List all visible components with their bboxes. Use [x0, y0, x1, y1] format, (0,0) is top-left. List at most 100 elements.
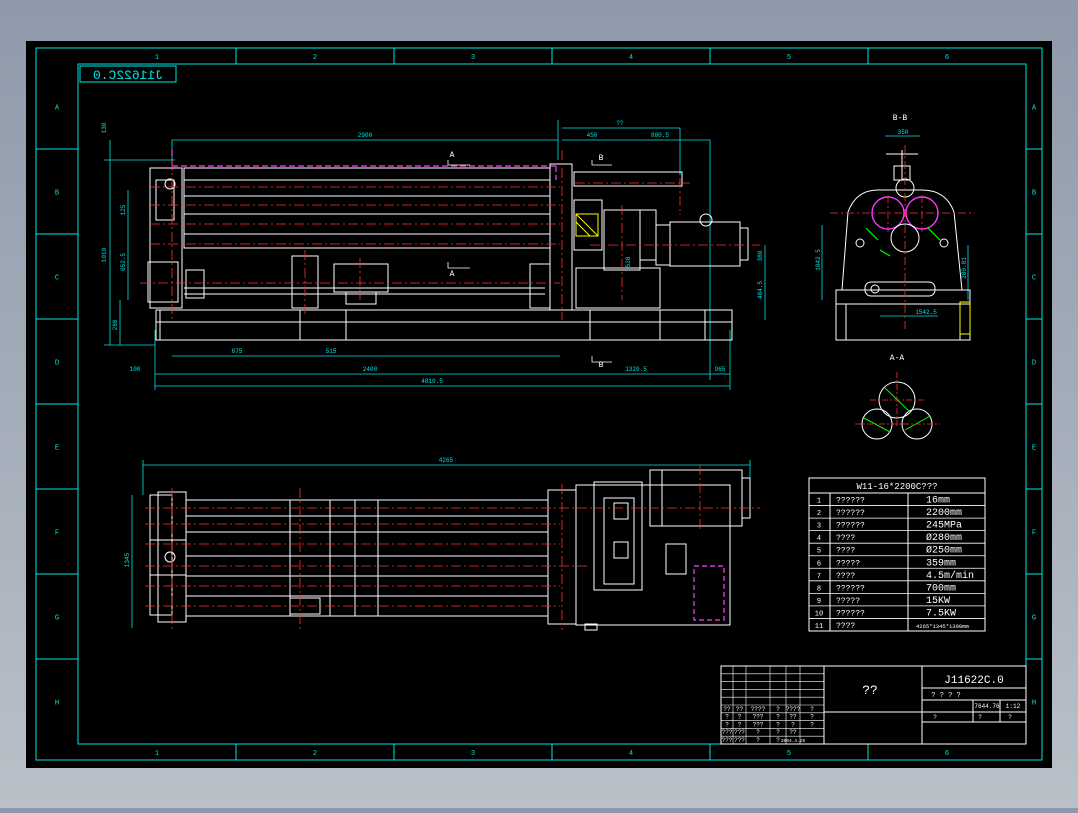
title-block-cell: ?	[776, 721, 780, 728]
title-sheet-cell-3: ?	[1008, 714, 1012, 721]
cad-viewport[interactable]: 112233445566AABBCCDDEEFFGGHH J11622C.0 2…	[0, 0, 1078, 808]
dim-left-v3: 1010	[101, 247, 108, 262]
spec-row-number: 5	[817, 548, 821, 556]
title-block-cell: ?	[810, 721, 814, 728]
title-block-cell: ?	[776, 737, 780, 744]
dim-bottom-4: 1320.5	[625, 366, 647, 373]
spec-row-number: 9	[817, 598, 821, 606]
dim-right-offset: 965	[715, 366, 726, 373]
spec-row-number: 1	[817, 498, 821, 506]
section-mark-a-bottom: A	[450, 270, 455, 279]
spec-row-name: ?????	[836, 597, 860, 606]
spec-row-name: ????	[836, 547, 855, 556]
title-block-cell: ???	[722, 737, 733, 744]
grid-col-label-bottom: 1	[155, 750, 159, 758]
grid-col-label-bottom: 4	[629, 750, 633, 758]
spec-row-value: 15KW	[926, 596, 950, 607]
grid-row-label-right: G	[1032, 615, 1036, 623]
dim-top-length: 2900	[358, 132, 373, 139]
title-block-cell: ???	[722, 729, 733, 736]
grid-col-label-bottom: 3	[471, 750, 475, 758]
title-block-cell: ???	[734, 729, 745, 736]
title-block-cell: ?	[756, 729, 760, 736]
grid-row-label-left: E	[55, 445, 59, 453]
grid-row-label-right: E	[1032, 445, 1036, 453]
spec-row-name: ????	[836, 572, 855, 581]
grid-row-label-right: B	[1032, 190, 1036, 198]
grid-row-label-right: C	[1032, 275, 1036, 283]
spec-row-value: 245MPa	[926, 521, 962, 532]
dim-top-right-1: 450	[587, 132, 598, 139]
spec-row-number: 3	[817, 523, 821, 531]
dim-left-v2: 125	[120, 204, 127, 215]
title-block-cell: ????	[786, 706, 801, 713]
title-sheet-cell-2: ?	[978, 714, 982, 721]
dim-plan-overall: 4265	[439, 457, 454, 464]
spec-row-name: ??????	[836, 497, 865, 506]
view-label-a-a: A-A	[890, 354, 905, 363]
grid-row-label-left: H	[55, 700, 59, 708]
spec-table-title: W11-16*2200C???	[856, 482, 937, 492]
grid-row-label-left: B	[55, 190, 59, 198]
title-block-cell: ???	[734, 737, 745, 744]
grid-col-label-bottom: 2	[313, 750, 317, 758]
mirrored-drawing-code: J11622C.0	[93, 68, 163, 83]
title-block-cell: ??	[789, 729, 797, 736]
title-block-cell: ?	[738, 721, 742, 728]
title-block-cell: ??	[789, 714, 797, 721]
spec-row-name: ??????	[836, 609, 865, 618]
dim-left-v1: 130	[101, 122, 108, 133]
title-block-cell: ?	[791, 721, 795, 728]
dim-mid-v: 528	[625, 256, 632, 267]
title-block-cell: ?	[776, 714, 780, 721]
grid-row-label-right: F	[1032, 530, 1036, 538]
grid-col-label-top: 6	[945, 54, 949, 62]
title-block-cell: 2004.4.26	[781, 738, 806, 744]
spec-row-number: 7	[817, 573, 821, 581]
section-mark-b-bottom: B	[599, 361, 604, 370]
grid-row-label-right: D	[1032, 360, 1036, 368]
grid-col-label-top: 3	[471, 54, 475, 62]
title-block-cell: ?	[810, 706, 814, 713]
dim-bottom-1: 875	[232, 348, 243, 355]
title-sheet-cell-1: ?	[933, 714, 937, 721]
grid-row-label-left: G	[55, 615, 59, 623]
dim-left-v4: 652.5	[120, 253, 127, 271]
dim-side-top: 350	[898, 129, 909, 136]
grid-col-label-top: 1	[155, 54, 159, 62]
spec-row-value: 16mm	[926, 496, 950, 507]
spec-row-value: 7.5KW	[926, 608, 956, 619]
title-drawing-number: J11622C.0	[944, 675, 1003, 687]
grid-col-label-top: 4	[629, 54, 633, 62]
spec-row-name: ????	[836, 622, 855, 631]
title-block-cell: ??	[736, 706, 744, 713]
title-block-cell: ?	[725, 714, 729, 721]
title-block-cell: ?	[738, 714, 742, 721]
dim-bottom-2: 515	[326, 348, 337, 355]
title-block-cell: ?	[776, 729, 780, 736]
spec-row-value: Ø280mm	[926, 532, 962, 544]
title-block-cell: ?	[810, 714, 814, 721]
spec-row-number: 6	[817, 560, 821, 568]
spec-row-value: 700mm	[926, 583, 956, 594]
section-mark-b-top: B	[599, 154, 604, 163]
section-mark-a-top: A	[450, 151, 455, 160]
grid-row-label-right: H	[1032, 700, 1036, 708]
spec-row-name: ??????	[836, 509, 865, 518]
title-stage-label: ? ? ? ?	[931, 692, 960, 700]
grid-col-label-top: 5	[787, 54, 791, 62]
spec-row-number: 8	[817, 585, 821, 593]
dim-side-base: 1542.5	[915, 309, 937, 316]
spec-row-number: 10	[815, 610, 823, 618]
grid-col-label-bottom: 5	[787, 750, 791, 758]
dim-left-offset: 100	[130, 366, 141, 373]
spec-row-value: 359mm	[926, 558, 956, 569]
dim-side-left: 1042.5	[815, 249, 822, 271]
grid-col-label-bottom: 6	[945, 750, 949, 758]
spec-row-name: ?????	[836, 559, 860, 568]
spec-row-number: 11	[815, 623, 823, 631]
spec-row-name: ??????	[836, 522, 865, 531]
grid-row-label-left: C	[55, 275, 59, 283]
title-block-cell: ???	[753, 714, 764, 721]
title-block-cell: ????	[751, 706, 766, 713]
